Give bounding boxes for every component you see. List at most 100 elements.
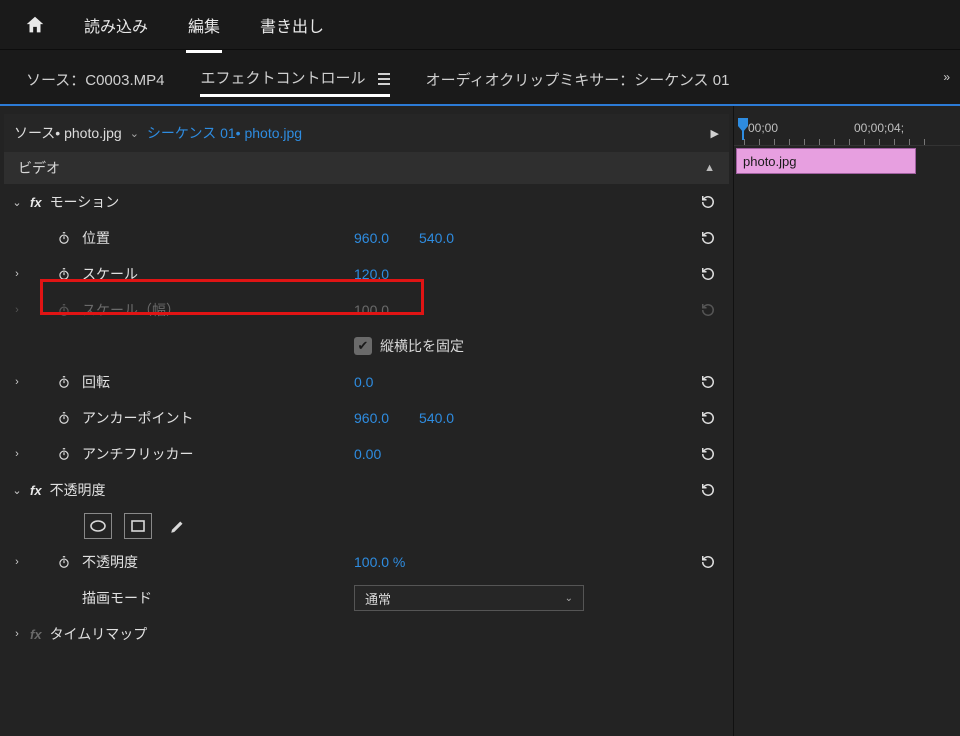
scale-values: 120.0 xyxy=(354,266,389,282)
opacity-value-row: › 不透明度 100.0 % xyxy=(4,544,729,580)
playhead-icon[interactable] xyxy=(736,118,750,138)
fx-badge-icon[interactable]: fx xyxy=(30,627,42,642)
overflow-chevron-icon[interactable]: » xyxy=(943,70,950,84)
reset-button[interactable] xyxy=(699,193,717,211)
ellipse-mask-icon[interactable] xyxy=(84,513,112,539)
timecode-end: 00;00;04; xyxy=(854,121,904,135)
opacity-value-label: 不透明度 xyxy=(82,552,138,572)
position-row: 位置 960.0 540.0 xyxy=(4,220,729,256)
stopwatch-icon[interactable] xyxy=(56,555,72,569)
opacity-value[interactable]: 100.0 % xyxy=(354,554,405,570)
rotation-value[interactable]: 0.0 xyxy=(354,374,373,390)
motion-label[interactable]: モーション xyxy=(50,192,120,212)
effect-controls-panel: ソース• photo.jpg ⌄ シーケンス 01• photo.jpg ▶ ビ… xyxy=(0,106,733,736)
ruler-ticks xyxy=(734,137,960,145)
scale-width-label: スケール（幅） xyxy=(82,300,180,320)
chevron-right-icon[interactable]: › xyxy=(10,304,24,316)
reset-button[interactable] xyxy=(699,445,717,463)
timecode-start: 00;00 xyxy=(748,121,778,135)
fx-badge-icon[interactable]: fx xyxy=(30,195,42,210)
scale-width-row: › スケール（幅） 100.0 xyxy=(4,292,729,328)
rotation-label: 回転 xyxy=(82,372,110,392)
panel-tab-effect-controls[interactable]: エフェクトコントロール xyxy=(200,67,389,97)
uniform-scale-row: ✔ 縦横比を固定 xyxy=(4,328,729,364)
timeline-clip[interactable]: photo.jpg xyxy=(736,148,916,174)
mask-tools-row xyxy=(4,508,729,544)
scale-width-value: 100.0 xyxy=(354,302,389,318)
panel-tab-source[interactable]: ソース：C0003.MP4 xyxy=(26,69,164,96)
scale-width-values: 100.0 xyxy=(354,302,389,318)
tab-export[interactable]: 書き出し xyxy=(258,3,326,47)
time-remap-label[interactable]: タイムリマップ xyxy=(50,624,148,644)
blend-mode-label: 描画モード xyxy=(82,588,152,608)
rotation-row: › 回転 0.0 xyxy=(4,364,729,400)
chevron-right-icon[interactable]: › xyxy=(10,376,24,388)
stopwatch-icon[interactable] xyxy=(56,447,72,461)
category-bar-video: ビデオ ▲ xyxy=(4,152,729,184)
blend-mode-value: 通常 xyxy=(365,589,391,608)
fx-badge-icon[interactable]: fx xyxy=(30,483,42,498)
scale-value[interactable]: 120.0 xyxy=(354,266,389,282)
play-icon[interactable]: ▶ xyxy=(711,127,719,140)
sequence-link[interactable]: シーケンス 01• photo.jpg xyxy=(147,123,302,143)
tab-import[interactable]: 読み込み xyxy=(82,3,150,47)
workspace-nav: 読み込み 編集 書き出し xyxy=(0,0,960,50)
reset-button xyxy=(699,301,717,319)
collapse-triangle-icon[interactable]: ▲ xyxy=(704,162,715,174)
stopwatch-icon[interactable] xyxy=(56,267,72,281)
chevron-down-icon[interactable]: ⌄ xyxy=(10,196,24,209)
anchor-label: アンカーポイント xyxy=(82,408,193,428)
panel-tab-label: エフェクトコントロール xyxy=(200,70,365,87)
chevron-right-icon[interactable]: › xyxy=(10,448,24,460)
antiflicker-label: アンチフリッカー xyxy=(82,444,193,464)
stopwatch-icon[interactable] xyxy=(56,375,72,389)
uniform-scale-label: 縦横比を固定 xyxy=(380,336,464,356)
time-remap-row: › fx タイムリマップ xyxy=(4,616,729,652)
uniform-scale-checkbox[interactable]: ✔ xyxy=(354,337,372,355)
category-label: ビデオ xyxy=(18,158,60,178)
reset-button[interactable] xyxy=(699,229,717,247)
anchor-x-value[interactable]: 960.0 xyxy=(354,410,389,426)
stopwatch-icon[interactable] xyxy=(56,411,72,425)
pen-mask-icon[interactable] xyxy=(164,513,192,539)
scale-label: スケール xyxy=(82,264,138,284)
reset-button[interactable] xyxy=(699,373,717,391)
properties-list: ⌄ fx モーション 位置 960.0 540.0 › xyxy=(4,184,729,652)
blend-mode-select[interactable]: 通常 ⌄ xyxy=(354,585,584,611)
tab-edit[interactable]: 編集 xyxy=(186,3,222,47)
position-x-value[interactable]: 960.0 xyxy=(354,230,389,246)
panel-tab-audio-mixer[interactable]: オーディオクリップミキサー：シーケンス 01 xyxy=(426,69,730,96)
position-label: 位置 xyxy=(82,228,110,248)
chevron-down-icon[interactable]: ⌄ xyxy=(10,484,24,497)
blend-mode-row: 描画モード 通常 ⌄ xyxy=(4,580,729,616)
position-values: 960.0 540.0 xyxy=(354,230,454,246)
antiflicker-row: › アンチフリッカー 0.00 xyxy=(4,436,729,472)
panel-tabs: ソース：C0003.MP4 エフェクトコントロール オーディオクリップミキサー：… xyxy=(0,60,960,106)
position-y-value[interactable]: 540.0 xyxy=(419,230,454,246)
antiflicker-value[interactable]: 0.00 xyxy=(354,446,381,462)
reset-button[interactable] xyxy=(699,409,717,427)
clip-track: photo.jpg xyxy=(734,146,960,176)
opacity-header-row: ⌄ fx 不透明度 xyxy=(4,472,729,508)
stopwatch-icon[interactable] xyxy=(56,231,72,245)
workspace-body: ソース• photo.jpg ⌄ シーケンス 01• photo.jpg ▶ ビ… xyxy=(0,106,960,736)
reset-button[interactable] xyxy=(699,265,717,283)
chevron-right-icon[interactable]: › xyxy=(10,268,24,280)
chevron-down-icon[interactable]: ⌄ xyxy=(130,127,139,140)
clip-label: photo.jpg xyxy=(743,154,797,169)
chevron-right-icon[interactable]: › xyxy=(10,628,24,640)
time-ruler[interactable]: 00;00 00;00;04; xyxy=(734,114,960,146)
chevron-right-icon[interactable]: › xyxy=(10,556,24,568)
rectangle-mask-icon[interactable] xyxy=(124,513,152,539)
opacity-label[interactable]: 不透明度 xyxy=(50,480,106,500)
panel-menu-icon[interactable] xyxy=(378,73,390,85)
motion-header-row: ⌄ fx モーション xyxy=(4,184,729,220)
chevron-down-icon: ⌄ xyxy=(565,593,573,604)
keyframe-timeline: 00;00 00;00;04; photo.jpg xyxy=(733,106,960,736)
anchor-y-value[interactable]: 540.0 xyxy=(419,410,454,426)
home-icon[interactable] xyxy=(24,14,46,36)
reset-button[interactable] xyxy=(699,481,717,499)
stopwatch-icon xyxy=(56,303,72,317)
reset-button[interactable] xyxy=(699,553,717,571)
anchor-row: アンカーポイント 960.0 540.0 xyxy=(4,400,729,436)
